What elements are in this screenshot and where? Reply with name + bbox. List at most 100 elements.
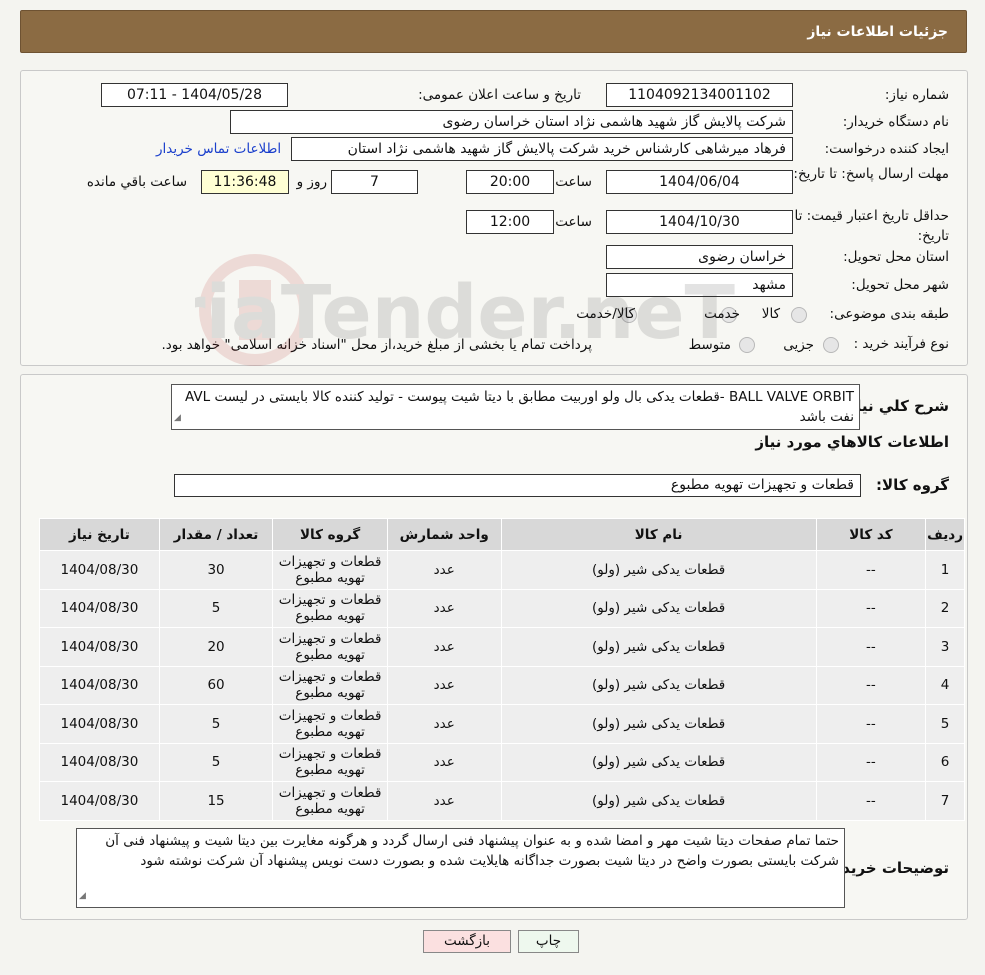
buyer-label: نام دستگاه خریدار: (842, 114, 949, 130)
row-number-cell: 3 (925, 627, 965, 667)
table-row: 5 -- قطعات یدکی شیر (ولو) عدد قطعات و تجهیزا… (39, 704, 965, 744)
item-name-cell: قطعات یدکی شیر (ولو) (500, 627, 817, 667)
col-row: ردیف (925, 518, 965, 551)
quantity-cell: 5 (158, 704, 274, 744)
col-group: گروه کالا (272, 518, 388, 551)
quantity-cell: 5 (158, 742, 274, 782)
goods-group-field: قطعات و تجهیزات تهویه مطبوع (174, 474, 861, 497)
need-date-cell: 1404/08/30 (39, 627, 160, 667)
process-partial-label: جزیی (783, 337, 814, 353)
item-code-cell: -- (815, 665, 927, 705)
table-row: 4 -- قطعات یدکی شیر (ولو) عدد قطعات و تجهیزا… (39, 665, 965, 705)
validity-time-label: ساعت (555, 214, 592, 230)
unit-cell: عدد (386, 665, 502, 705)
group-cell: قطعات و تجهیزات تهویه مطبوع (272, 781, 388, 821)
remaining-time-field: 11:36:48 (201, 170, 289, 194)
row-number-cell: 6 (925, 742, 965, 782)
col-date: تاریخ نیاز (39, 518, 160, 551)
item-name-cell: قطعات یدکی شیر (ولو) (500, 550, 817, 590)
need-number-label: شماره نیاز: (884, 87, 949, 103)
resize-grip-icon[interactable]: ◢ (79, 886, 86, 906)
unit-cell: عدد (386, 550, 502, 590)
row-number-cell: 2 (925, 588, 965, 628)
creator-field: فرهاد میرشاهی کارشناس خرید شرکت پالایش گ… (291, 137, 793, 161)
item-code-cell: -- (815, 781, 927, 821)
goods-info-title: اطلاعات كالاهاي مورد نياز (755, 433, 949, 451)
category-label: طبقه بندی موضوعی: (829, 306, 949, 322)
deadline-date-field: 1404/06/04 (606, 170, 793, 194)
creator-label: ایجاد کننده درخواست: (824, 141, 949, 157)
process-partial-radio[interactable] (823, 337, 839, 353)
process-medium-label: متوسط (688, 337, 731, 353)
page-title: جزئیات اطلاعات نیاز (807, 23, 948, 40)
deadline-time-field: 20:00 (466, 170, 554, 194)
row-number-cell: 4 (925, 665, 965, 705)
summary-text: BALL VALVE ORBIT -قطعات یدکی بال ولو اور… (185, 389, 854, 425)
group-cell: قطعات و تجهیزات تهویه مطبوع (272, 588, 388, 628)
items-table: ردیف کد کالا نام کالا واحد شمارش گروه کا… (39, 518, 965, 821)
back-button[interactable]: بازگشت (423, 930, 511, 953)
province-field: خراسان رضوی (606, 245, 793, 269)
deadline-label: مهلت ارسال پاسخ: تا تاریخ: (793, 166, 949, 182)
page-header: جزئیات اطلاعات نیاز (20, 10, 967, 53)
item-code-cell: -- (815, 704, 927, 744)
items-table-body: 1 -- قطعات یدکی شیر (ولو) عدد قطعات و تجهیزا… (39, 550, 965, 821)
quantity-cell: 60 (158, 665, 274, 705)
need-date-cell: 1404/08/30 (39, 742, 160, 782)
payment-note: پرداخت تمام یا بخشی از مبلغ خرید،از محل … (161, 337, 592, 353)
province-label: استان محل تحویل: (843, 249, 949, 265)
category-goods-radio[interactable] (791, 307, 807, 323)
category-service-label: خدمت (704, 306, 740, 322)
group-cell: قطعات و تجهیزات تهویه مطبوع (272, 742, 388, 782)
row-number-cell: 7 (925, 781, 965, 821)
col-name: نام کالا (500, 518, 817, 551)
need-date-cell: 1404/08/30 (39, 781, 160, 821)
table-row: 7 -- قطعات یدکی شیر (ولو) عدد قطعات و تجهیزا… (39, 781, 965, 821)
group-cell: قطعات و تجهیزات تهویه مطبوع (272, 665, 388, 705)
item-code-cell: -- (815, 588, 927, 628)
details-panel: شرح كلي نياز: BALL VALVE ORBIT -قطعات ید… (20, 374, 968, 920)
announce-label: تاریخ و ساعت اعلان عمومی: (418, 87, 581, 103)
buyer-notes-text: حتما تمام صفحات دیتا شیت مهر و امضا شده … (105, 833, 839, 869)
need-date-cell: 1404/08/30 (39, 704, 160, 744)
category-goods-label: کالا (761, 306, 780, 322)
unit-cell: عدد (386, 588, 502, 628)
info-panel: شماره نیاز: 1104092134001102 تاریخ و ساع… (20, 70, 968, 366)
quantity-cell: 15 (158, 781, 274, 821)
quantity-cell: 20 (158, 627, 274, 667)
item-code-cell: -- (815, 550, 927, 590)
category-goods-service-label: کالا/خدمت (576, 306, 635, 322)
validity-date-field: 1404/10/30 (606, 210, 793, 234)
print-button[interactable]: چاپ (518, 930, 579, 953)
remaining-label: ساعت باقي مانده (86, 174, 187, 190)
deadline-days-field: 7 (331, 170, 418, 194)
unit-cell: عدد (386, 704, 502, 744)
table-row: 3 -- قطعات یدکی شیر (ولو) عدد قطعات و تجهیزا… (39, 627, 965, 667)
validity-label: حداقل تاریخ اعتبار قیمت: تا تاریخ: (794, 208, 949, 244)
summary-textarea: BALL VALVE ORBIT -قطعات یدکی بال ولو اور… (171, 384, 860, 430)
resize-grip-icon[interactable]: ◢ (174, 408, 181, 428)
city-field: مشهد (606, 273, 793, 297)
group-cell: قطعات و تجهیزات تهویه مطبوع (272, 704, 388, 744)
goods-group-label: گروه کالا: (876, 476, 949, 494)
item-name-cell: قطعات یدکی شیر (ولو) (500, 742, 817, 782)
group-cell: قطعات و تجهیزات تهویه مطبوع (272, 550, 388, 590)
row-number-cell: 5 (925, 704, 965, 744)
col-unit: واحد شمارش (386, 518, 502, 551)
group-cell: قطعات و تجهیزات تهویه مطبوع (272, 627, 388, 667)
validity-time-field: 12:00 (466, 210, 554, 234)
buyer-field: شرکت پالایش گاز شهید هاشمی نژاد استان خر… (230, 110, 793, 134)
process-label: نوع فرآیند خرید : (853, 336, 949, 352)
buyer-notes-textarea: حتما تمام صفحات دیتا شیت مهر و امضا شده … (76, 828, 845, 908)
table-row: 1 -- قطعات یدکی شیر (ولو) عدد قطعات و تجهیزا… (39, 550, 965, 590)
unit-cell: عدد (386, 742, 502, 782)
table-row: 2 -- قطعات یدکی شیر (ولو) عدد قطعات و تجهیزا… (39, 588, 965, 628)
col-quantity: تعداد / مقدار (158, 518, 274, 551)
unit-cell: عدد (386, 781, 502, 821)
buyer-contact-link[interactable]: اطلاعات تماس خریدار (156, 141, 281, 157)
need-date-cell: 1404/08/30 (39, 665, 160, 705)
unit-cell: عدد (386, 627, 502, 667)
city-label: شهر محل تحویل: (851, 277, 949, 293)
row-number-cell: 1 (925, 550, 965, 590)
process-medium-radio[interactable] (739, 337, 755, 353)
